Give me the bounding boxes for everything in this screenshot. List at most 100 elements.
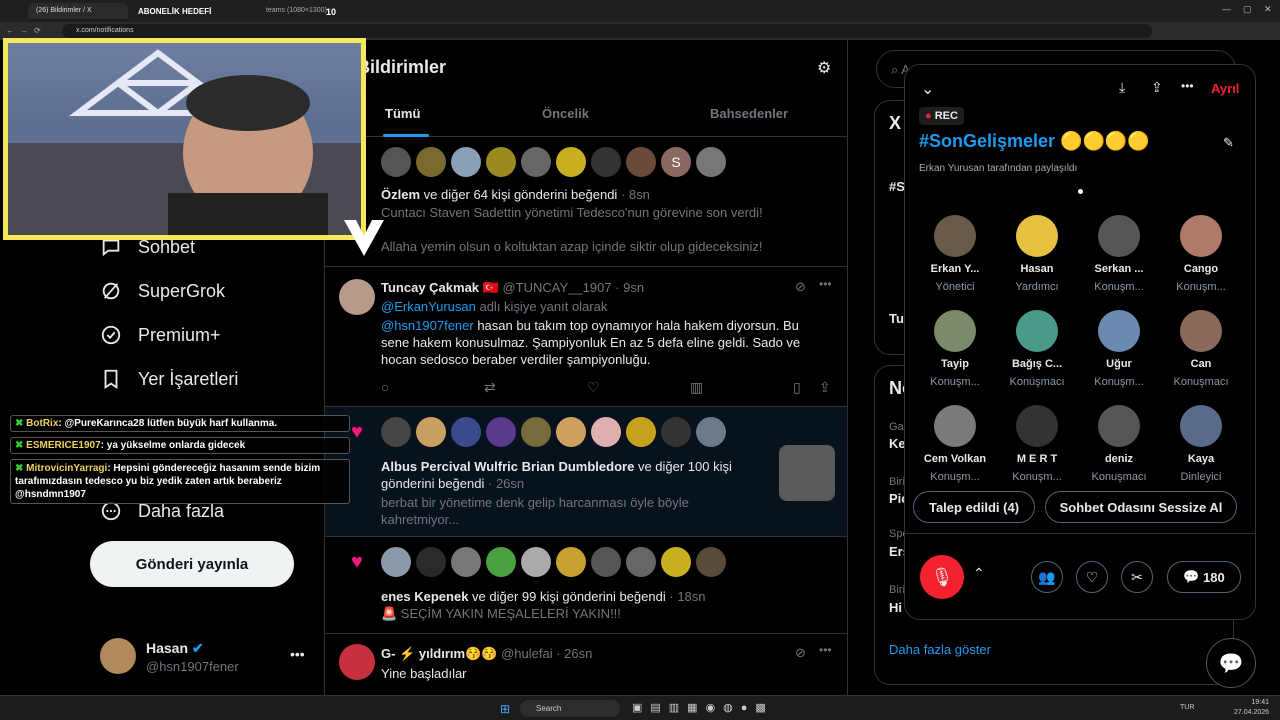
participant-avatar[interactable] xyxy=(1098,215,1140,257)
participant-role: Dinleyici xyxy=(1180,471,1222,483)
close-icon[interactable]: ✕ xyxy=(1264,4,1272,15)
sidebar-item-label: Yer İşaretleri xyxy=(138,368,239,389)
comment-icon: 💬 xyxy=(1183,569,1204,584)
settings-gear-icon[interactable]: ⚙ xyxy=(817,58,831,78)
mute-room-button[interactable]: Sohbet Odasını Sessize Al xyxy=(1045,491,1237,523)
participant-name: Serkan ... xyxy=(1094,263,1144,275)
more-dots-icon[interactable]: ••• xyxy=(819,277,832,291)
profile-handle: @hsn1907fener xyxy=(146,659,239,674)
notification-tabs: Tümü Öncelik Bahsedenler xyxy=(325,92,847,137)
notification-like-3[interactable]: ♥ enes Kepenek ve diğer 99 kişi gönderin… xyxy=(325,537,847,634)
page-title: Bildirimler xyxy=(357,57,447,77)
windows-start-icon[interactable]: ⊞ xyxy=(500,702,510,716)
tab-mentions[interactable]: Bahsedenler xyxy=(710,106,788,121)
post-preview-line: berbat bir yönetime denk gelip harcanmas… xyxy=(381,495,689,510)
notification-reply[interactable]: Tuncay Çakmak 🇹🇷 @TUNCAY__1907 · 9sn @Er… xyxy=(325,267,847,407)
tab-priority[interactable]: Öncelik xyxy=(542,106,589,121)
participant-avatar[interactable] xyxy=(1016,310,1058,352)
verified-badge-icon: ✔ xyxy=(191,640,204,656)
webcam-image xyxy=(8,49,361,235)
windows-taskbar: ⊞ Search ▣▤▥▦◉◍●▩ TUR 19:41 27.04.2026 xyxy=(0,695,1280,720)
tab-subscription-goal[interactable]: ABONELİK HEDEFİ xyxy=(130,3,230,19)
more-dots-icon[interactable]: ••• xyxy=(819,643,832,657)
mic-muted-icon[interactable]: 🎙 xyxy=(920,555,964,599)
participant-avatar[interactable] xyxy=(1016,405,1058,447)
reply-to-line: @ErkanYurusan adlı kişiye yanıt olarak xyxy=(381,299,608,314)
more-dots-icon[interactable]: ••• xyxy=(290,646,305,662)
rec-badge: ● REC xyxy=(919,107,964,125)
more-dots-icon[interactable]: ••• xyxy=(1181,79,1194,93)
participant-avatar[interactable] xyxy=(1098,310,1140,352)
participant-avatar[interactable] xyxy=(934,215,976,257)
bookmark-icon[interactable]: ▯ xyxy=(793,379,801,396)
post-thumbnail[interactable] xyxy=(779,445,835,501)
sidebar-item-bookmarks[interactable]: Yer İşaretleri xyxy=(100,368,238,390)
tab-notifications[interactable]: (26) Bildirimler / X xyxy=(28,3,128,19)
comments-button[interactable]: 💬 180 xyxy=(1167,561,1241,593)
profile-switcher[interactable]: Hasan ✔ @hsn1907fener ••• xyxy=(100,638,310,678)
streamer-logo xyxy=(344,220,384,256)
reply-icon[interactable]: ○ xyxy=(381,379,389,395)
participant-avatar[interactable] xyxy=(1016,215,1058,257)
show-more-link[interactable]: Daha fazla göster xyxy=(889,642,991,657)
participant-role: Konuşm... xyxy=(1012,471,1062,483)
news-item[interactable]: Hi xyxy=(889,600,902,615)
maximize-icon[interactable]: ▢ xyxy=(1243,4,1252,15)
participant-avatar[interactable] xyxy=(1180,215,1222,257)
grok-icon[interactable]: ⊘ xyxy=(795,645,806,661)
participant-avatar[interactable] xyxy=(1180,310,1222,352)
browser-tabbar: (26) Bildirimler / X ABONELİK HEDEFİ tea… xyxy=(0,0,1280,22)
sidebar-item-supergrok[interactable]: SuperGrok xyxy=(100,280,225,302)
trend-item[interactable]: Tu xyxy=(889,311,904,326)
clock[interactable]: 19:41 27.04.2026 xyxy=(1234,698,1269,718)
notification-reply-2[interactable]: G- ⚡ yıldırım😚😚 @hulefai · 26sn Yine baş… xyxy=(325,634,847,695)
tab-all[interactable]: Tümü xyxy=(385,106,420,121)
post-preview-line: Cuntacı Staven Sadettin yönetimi Tedesco… xyxy=(381,205,763,220)
minimize-space-icon[interactable]: ⤓ xyxy=(1119,79,1125,96)
notifications-feed: Bildirimler ⚙ Tümü Öncelik Bahsedenler ♥… xyxy=(324,40,848,695)
sidebar-item-label: SuperGrok xyxy=(138,280,226,301)
participant-avatar[interactable] xyxy=(1180,405,1222,447)
retweet-icon[interactable]: ⇄ xyxy=(484,379,496,396)
participant-role: Yönetici xyxy=(935,281,975,293)
post-preview-line: Allaha yemin olsun o koltuktan azap için… xyxy=(381,239,763,254)
nav-arrows-icon[interactable]: ←→⟳ xyxy=(6,26,47,35)
avatar xyxy=(339,279,375,315)
edit-icon[interactable]: ✎ xyxy=(1223,135,1234,151)
taskbar-search[interactable]: Search xyxy=(520,700,620,717)
notification-like-2[interactable]: ♥ Albus Percival Wulfric Brian Dumbledor… xyxy=(325,407,847,537)
notification-text: Özlem ve diğer 64 kişi gönderini beğendi… xyxy=(381,187,650,202)
url-input[interactable]: x.com/notifications xyxy=(62,24,1152,38)
participant-role: Konuşm... xyxy=(930,376,980,388)
clip-scissors-icon[interactable]: ✂ xyxy=(1121,561,1153,593)
notification-text: Albus Percival Wulfric Brian Dumbledore … xyxy=(381,459,732,491)
request-button[interactable]: Talep edildi (4) xyxy=(913,491,1035,523)
views-icon[interactable]: ▥ xyxy=(690,379,703,396)
participant-avatar[interactable] xyxy=(934,310,976,352)
trend-item[interactable]: #S xyxy=(889,179,905,194)
messages-fab[interactable]: 💬 xyxy=(1206,638,1256,688)
news-meta: Biri xyxy=(889,584,905,596)
chevron-down-icon[interactable]: ⌄ xyxy=(921,79,934,99)
heart-add-icon[interactable]: ♡ xyxy=(1076,561,1108,593)
bookmark-icon xyxy=(104,369,118,389)
sidebar-item-premium[interactable]: Premium+ xyxy=(100,324,221,346)
participant-avatar[interactable] xyxy=(1098,405,1140,447)
chevron-up-icon[interactable]: ⌃ xyxy=(973,565,985,582)
language-indicator[interactable]: TUR xyxy=(1180,704,1194,711)
leave-button[interactable]: Ayrıl xyxy=(1211,81,1239,96)
participant-avatar[interactable] xyxy=(934,405,976,447)
participant-name: Bağış C... xyxy=(1011,358,1063,370)
participant-name: Cem Volkan xyxy=(923,453,987,465)
share-icon[interactable]: ⇪ xyxy=(1151,79,1163,96)
post-button[interactable]: Gönderi yayınla xyxy=(90,541,294,587)
like-icon[interactable]: ♡ xyxy=(587,379,600,396)
grok-icon[interactable]: ⊘ xyxy=(795,279,806,295)
people-icon[interactable]: 👥 xyxy=(1031,561,1063,593)
participant-name: Erkan Y... xyxy=(930,263,980,275)
share-icon[interactable]: ⇪ xyxy=(819,379,831,396)
space-panel: ⌄ ⤓ ⇪ ••• Ayrıl ● REC #SonGelişmeler 🟡🟡🟡… xyxy=(904,64,1256,620)
minimize-icon[interactable]: — xyxy=(1222,4,1231,14)
pinned-apps-icon[interactable]: ▣▤▥▦◉◍●▩ xyxy=(632,701,774,714)
notification-like-1[interactable]: ♥ S Özlem ve diğer 64 kişi gönderini beğ… xyxy=(325,137,847,267)
